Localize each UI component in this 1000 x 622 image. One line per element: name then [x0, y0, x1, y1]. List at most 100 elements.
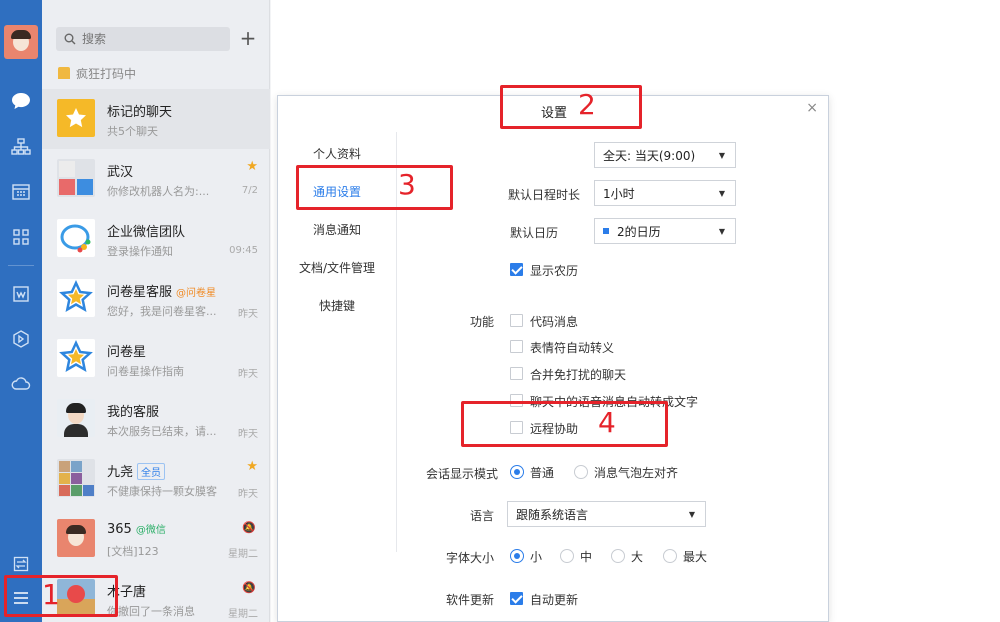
wjx-avatar — [57, 339, 95, 377]
list-item[interactable]: 企业微信团队 登录操作通知 09:45 — [42, 209, 270, 269]
switch-icon[interactable] — [9, 552, 33, 576]
list-item[interactable]: 365 @微信 [文档]123 🔕 星期二 — [42, 509, 270, 569]
app-window: + 疯狂打码中 标记的聊天 共5个聊天 武汉 你修改机器人名为:... ★ 7/… — [0, 0, 1000, 622]
annotation-box-2 — [500, 85, 642, 129]
conversation-preview: 您好，我是问卷星客... — [107, 305, 217, 318]
merge-muted-checkbox[interactable] — [510, 367, 523, 380]
conversation-name: 企业微信团队 — [107, 225, 186, 240]
user-status[interactable]: 疯狂打码中 — [58, 64, 136, 82]
conversation-time: 昨天 — [238, 309, 258, 320]
annotation-number-1: 1 — [42, 578, 60, 611]
conversation-time: 昨天 — [238, 429, 258, 440]
corp-tag: @问卷星 — [176, 288, 217, 299]
calendar-select[interactable]: 2的日历 ▼ — [594, 218, 736, 244]
annotation-number-4: 4 — [598, 406, 616, 439]
list-item[interactable]: 武汉 你修改机器人名为:... ★ 7/2 — [42, 149, 270, 209]
menu-item-shortcuts[interactable]: 快捷键 — [278, 297, 396, 314]
conversation-name: 365 @微信 — [107, 522, 166, 537]
mute-icon: 🔕 — [242, 581, 256, 594]
conversation-name: 九尧 全员 — [107, 461, 166, 480]
conversation-name: 问卷星 — [107, 345, 147, 360]
merge-muted-label: 合并免打扰的聊天 — [530, 368, 627, 382]
all-members-badge: 全员 — [137, 463, 166, 480]
add-icon[interactable]: + — [238, 28, 258, 50]
wechat-tag: @微信 — [135, 525, 166, 536]
conversation-preview: 本次服务已结束，请... — [107, 425, 217, 438]
wjx-avatar — [57, 279, 95, 317]
reminder-value: 全天: 当天(9:00) — [603, 148, 696, 163]
chevron-down-icon: ▼ — [718, 189, 725, 198]
list-item[interactable]: 问卷星 问卷星操作指南 昨天 — [42, 329, 270, 389]
display-normal-radio[interactable] — [510, 465, 524, 479]
conversation-time: 星期二 — [228, 549, 258, 560]
conversation-time: 7/2 — [241, 185, 258, 196]
hexagon-icon[interactable] — [9, 327, 33, 351]
annotation-box-3 — [296, 165, 453, 210]
star-folder-icon — [57, 99, 95, 137]
font-medium-radio[interactable] — [560, 549, 574, 563]
list-item[interactable]: 我的客服 本次服务已结束，请... 昨天 — [42, 389, 270, 449]
conversation-time: 昨天 — [238, 489, 258, 500]
agent-avatar — [57, 399, 95, 437]
close-icon[interactable]: × — [806, 100, 818, 116]
calendar-label: 默认日历 — [509, 226, 558, 240]
group-avatar — [57, 159, 95, 197]
menu-item-profile[interactable]: 个人资料 — [278, 145, 396, 162]
auto-update-label: 自动更新 — [530, 593, 579, 607]
search-box[interactable] — [56, 27, 230, 51]
lunar-checkbox[interactable] — [510, 263, 523, 276]
conversation-list: + 疯狂打码中 标记的聊天 共5个聊天 武汉 你修改机器人名为:... ★ 7/… — [42, 0, 270, 622]
conversation-name: 标记的聊天 — [107, 105, 173, 120]
language-label: 语言 — [469, 509, 494, 523]
font-large-label: 大 — [631, 550, 644, 564]
status-icon — [58, 67, 70, 79]
user-avatar — [57, 519, 95, 557]
display-mode-label: 会话显示模式 — [425, 467, 498, 481]
chevron-down-icon: ▼ — [718, 227, 725, 236]
emoji-convert-label: 表情符自动转义 — [530, 341, 615, 355]
menu-item-notifications[interactable]: 消息通知 — [278, 221, 396, 238]
font-large-radio[interactable] — [611, 549, 625, 563]
chevron-down-icon: ▼ — [718, 151, 725, 160]
conversation-name: 我的客服 — [107, 405, 160, 420]
emoji-convert-checkbox[interactable] — [510, 340, 523, 353]
calendar-icon[interactable] — [9, 180, 33, 204]
code-message-label: 代码消息 — [530, 315, 579, 329]
font-xlarge-label: 最大 — [683, 550, 708, 564]
duration-label: 默认日程时长 — [507, 188, 580, 202]
reminder-select[interactable]: 全天: 当天(9:00) ▼ — [594, 142, 736, 168]
doc-icon[interactable] — [9, 282, 33, 306]
annotation-box-4 — [461, 401, 668, 447]
cloud-icon[interactable] — [9, 372, 33, 396]
code-message-checkbox[interactable] — [510, 314, 523, 327]
list-item[interactable]: 九尧 全员 不健康保持一颗女膜客 ★ 昨天 — [42, 449, 270, 509]
annotation-number-3: 3 — [398, 168, 416, 201]
wecom-logo-icon — [57, 219, 95, 257]
font-small-radio[interactable] — [510, 549, 524, 563]
message-icon[interactable] — [9, 89, 33, 113]
function-label: 功能 — [469, 315, 494, 329]
display-bubble-radio[interactable] — [574, 465, 588, 479]
conversation-preview: 不健康保持一颗女膜客 — [107, 485, 217, 498]
contacts-icon[interactable] — [9, 135, 33, 159]
language-select[interactable]: 跟随系统语言 ▼ — [507, 501, 706, 527]
star-icon: ★ — [246, 159, 258, 174]
display-bubble-label: 消息气泡左对齐 — [594, 466, 679, 480]
annotation-number-2: 2 — [578, 88, 596, 121]
font-small-label: 小 — [530, 550, 543, 564]
user-avatar[interactable] — [4, 25, 38, 59]
list-item[interactable]: 问卷星客服 @问卷星 您好，我是问卷星客... 昨天 — [42, 269, 270, 329]
update-label: 软件更新 — [445, 593, 494, 607]
duration-value: 1小时 — [603, 186, 635, 201]
menu-item-files[interactable]: 文档/文件管理 — [278, 259, 396, 276]
auto-update-checkbox[interactable] — [510, 592, 523, 605]
duration-select[interactable]: 1小时 ▼ — [594, 180, 736, 206]
conversation-name: 问卷星客服 @问卷星 — [107, 285, 217, 300]
search-input[interactable] — [82, 32, 222, 46]
list-item[interactable]: 标记的聊天 共5个聊天 — [42, 89, 270, 149]
apps-icon[interactable] — [9, 225, 33, 249]
conversation-preview: 问卷星操作指南 — [107, 365, 184, 378]
conversation-time: 昨天 — [238, 369, 258, 380]
language-value: 跟随系统语言 — [516, 507, 589, 522]
font-xlarge-radio[interactable] — [663, 549, 677, 563]
